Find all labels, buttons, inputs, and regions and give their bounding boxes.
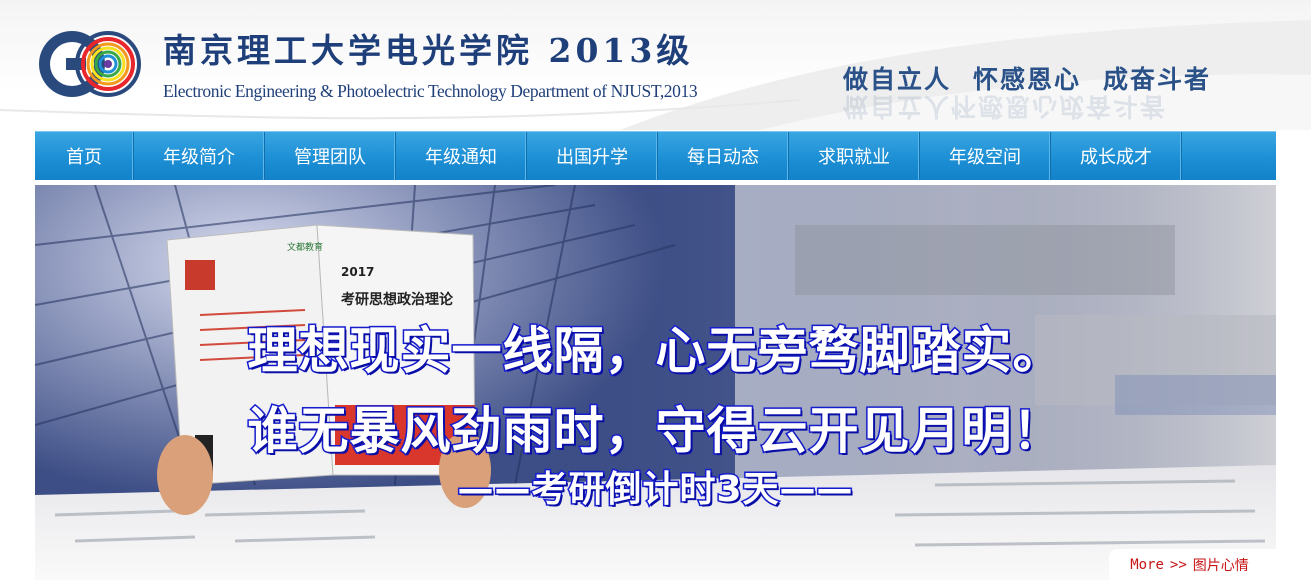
nav-item-grade-space[interactable]: 年级空间	[920, 132, 1051, 180]
motto-part-2: 怀感恩心	[973, 65, 1082, 94]
site-title-chinese: 南京理工大学电光学院 2013级	[163, 31, 694, 70]
slogan-line-1: 理想现实一线隔，心无旁骛脚踏实。	[246, 321, 1064, 382]
main-nav: 首页 年级简介 管理团队 年级通知 出国升学 每日动态 求职就业 年级空间 成长…	[35, 131, 1276, 180]
eo-logo-icon[interactable]	[36, 28, 142, 100]
site-title-english: Electronic Engineering & Photoelectric T…	[163, 81, 698, 101]
motto-part-3: 成奋斗者	[1103, 65, 1212, 94]
nav-item-study-abroad[interactable]: 出国升学	[527, 132, 658, 180]
nav-item-daily-news[interactable]: 每日动态	[658, 132, 789, 180]
more-label: More	[1130, 556, 1164, 573]
more-photos-link[interactable]: More >> 图片心情	[1109, 549, 1276, 580]
nav-item-management-team[interactable]: 管理团队	[265, 132, 396, 180]
nav-item-grade-intro[interactable]: 年级简介	[134, 132, 265, 180]
banner-slideshow[interactable]: 文都教育 2017 考研思想政治理论 理想现实一线隔，心无旁骛脚踏实。 谁无暴风…	[35, 185, 1276, 580]
motto: 做自立人 怀感恩心 成奋斗者	[843, 60, 1211, 96]
motto-part-1: 做自立人	[843, 65, 952, 94]
site-header: 南京理工大学电光学院 2013级 Electronic Engineering …	[0, 0, 1311, 130]
double-chevron-right-icon: >>	[1169, 556, 1187, 573]
nav-item-home[interactable]: 首页	[35, 132, 134, 180]
slogan-line-2: 谁无暴风劲雨时，守得云开见月明！	[246, 401, 1064, 462]
book-title: 考研思想政治理论	[341, 292, 453, 308]
nav-item-growth[interactable]: 成长成才	[1051, 132, 1182, 180]
book-year: 2017	[341, 265, 375, 279]
nav-item-grade-notices[interactable]: 年级通知	[396, 132, 527, 180]
slogan-line-3: ——考研倒计时3天——	[456, 468, 854, 512]
book-brand: 文都教育	[287, 243, 324, 253]
nav-item-career[interactable]: 求职就业	[789, 132, 920, 180]
photo-mood-label: 图片心情	[1192, 557, 1249, 574]
